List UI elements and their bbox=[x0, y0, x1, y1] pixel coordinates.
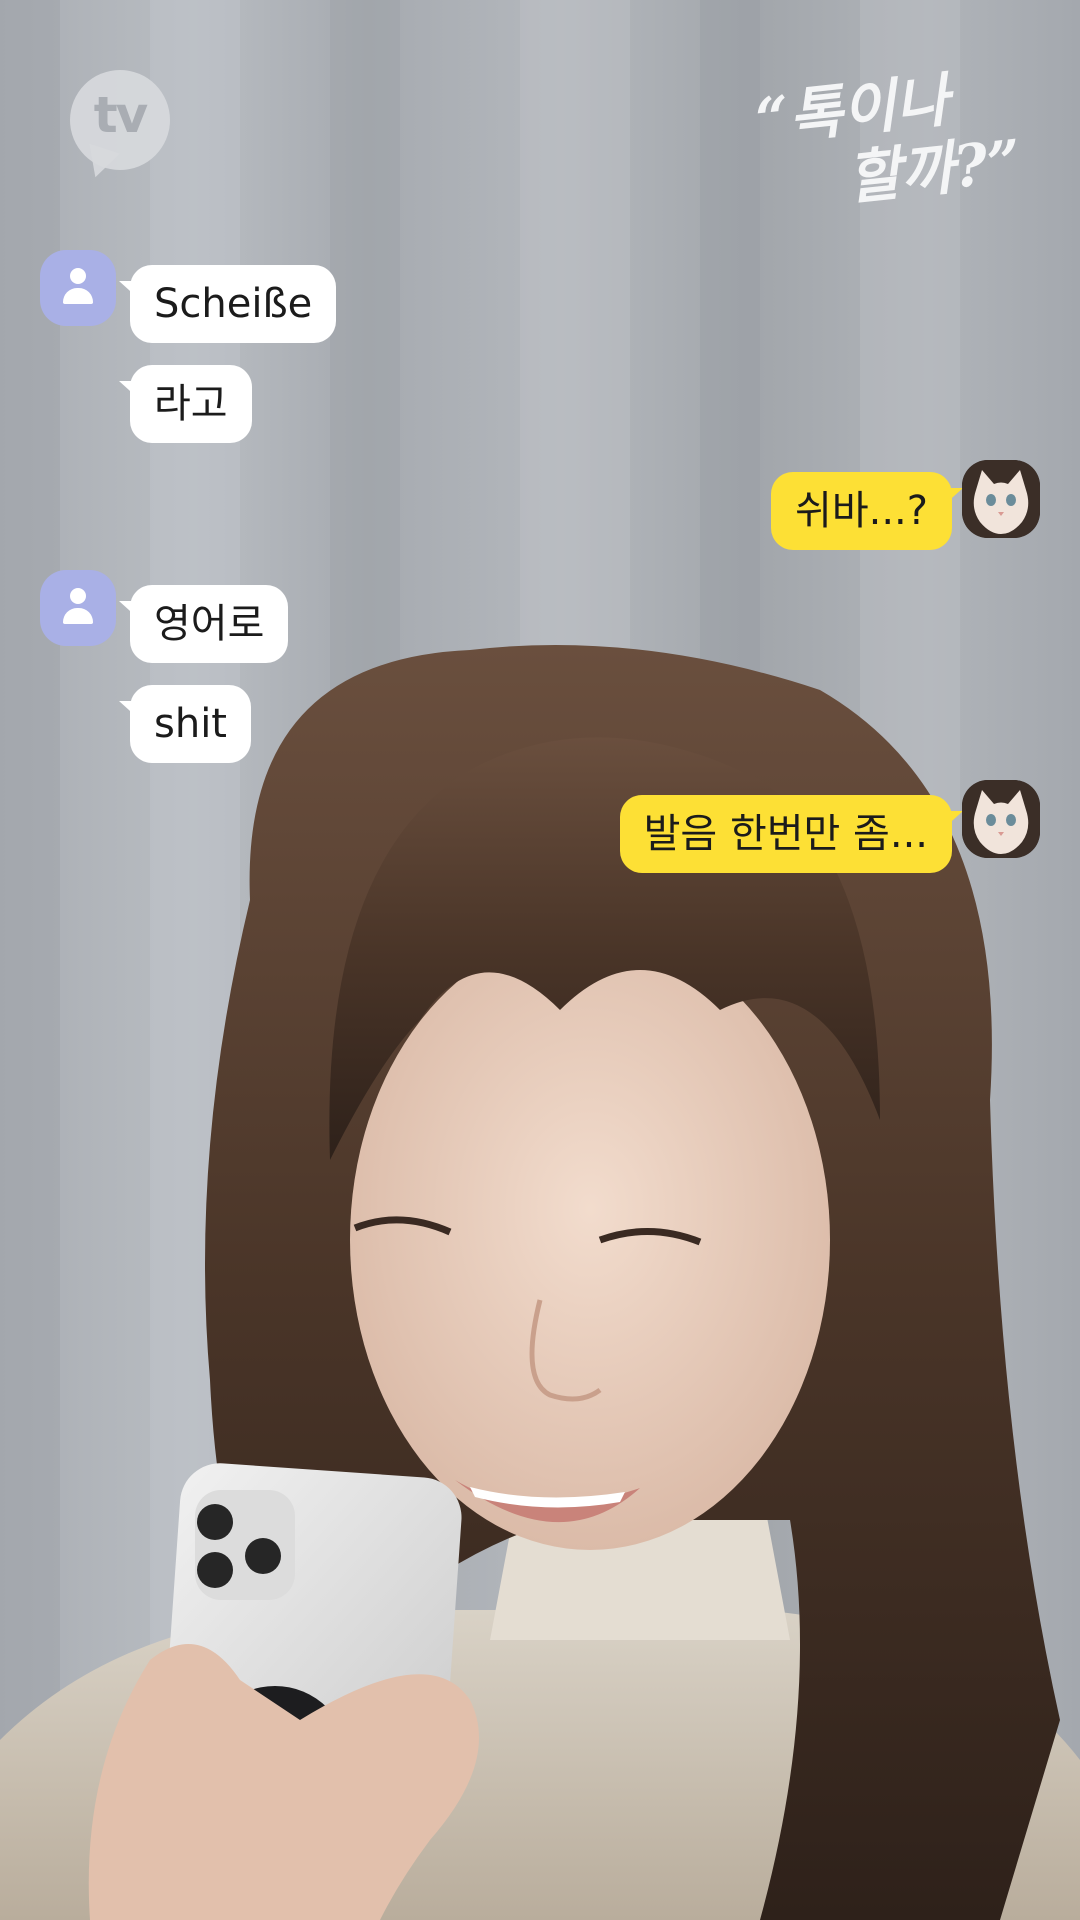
bubble-tail bbox=[119, 701, 139, 719]
cat-face-icon bbox=[962, 460, 1040, 538]
chat-bubble-received: 라고 bbox=[119, 365, 252, 443]
message-text: Scheiße bbox=[154, 281, 313, 327]
chat-bubble-received: Scheiße bbox=[119, 265, 337, 343]
cat-face-icon bbox=[962, 780, 1040, 858]
bubble-tail bbox=[119, 381, 139, 399]
chat-bubble-received: 영어로 bbox=[119, 585, 289, 663]
tv-logo: tv bbox=[70, 70, 174, 183]
message-text: 영어로 bbox=[154, 601, 265, 647]
message-text: shit bbox=[154, 701, 227, 747]
person-body bbox=[63, 608, 93, 624]
message-text: 쉬바...? bbox=[795, 488, 928, 534]
show-title: “톡이나 할까?” bbox=[752, 55, 1067, 245]
message-text: 라고 bbox=[154, 381, 228, 427]
chat-bubble-sent: 쉬바...? bbox=[771, 472, 963, 550]
cat-avatar-icon bbox=[962, 460, 1040, 538]
bubble-tail bbox=[119, 281, 139, 299]
chat-bubble-sent: 발음 한번만 좀... bbox=[619, 795, 963, 873]
chat-bubble-received: shit bbox=[119, 685, 251, 763]
friend-avatar-icon bbox=[40, 570, 116, 646]
message-text: 발음 한번만 좀... bbox=[643, 811, 928, 857]
logo-text: tv bbox=[93, 86, 149, 144]
bubble-tail bbox=[943, 811, 963, 829]
cat-avatar-icon bbox=[962, 780, 1040, 858]
person-body bbox=[63, 288, 93, 304]
video-frame: tv “톡이나 할까?” Scheiße 라고 쉬바...? 영어로 shit … bbox=[0, 0, 1080, 1920]
friend-avatar-icon bbox=[40, 250, 116, 326]
person-head bbox=[70, 268, 86, 284]
person-head bbox=[70, 588, 86, 604]
bubble-tail bbox=[943, 488, 963, 506]
bubble-tail bbox=[119, 601, 139, 619]
